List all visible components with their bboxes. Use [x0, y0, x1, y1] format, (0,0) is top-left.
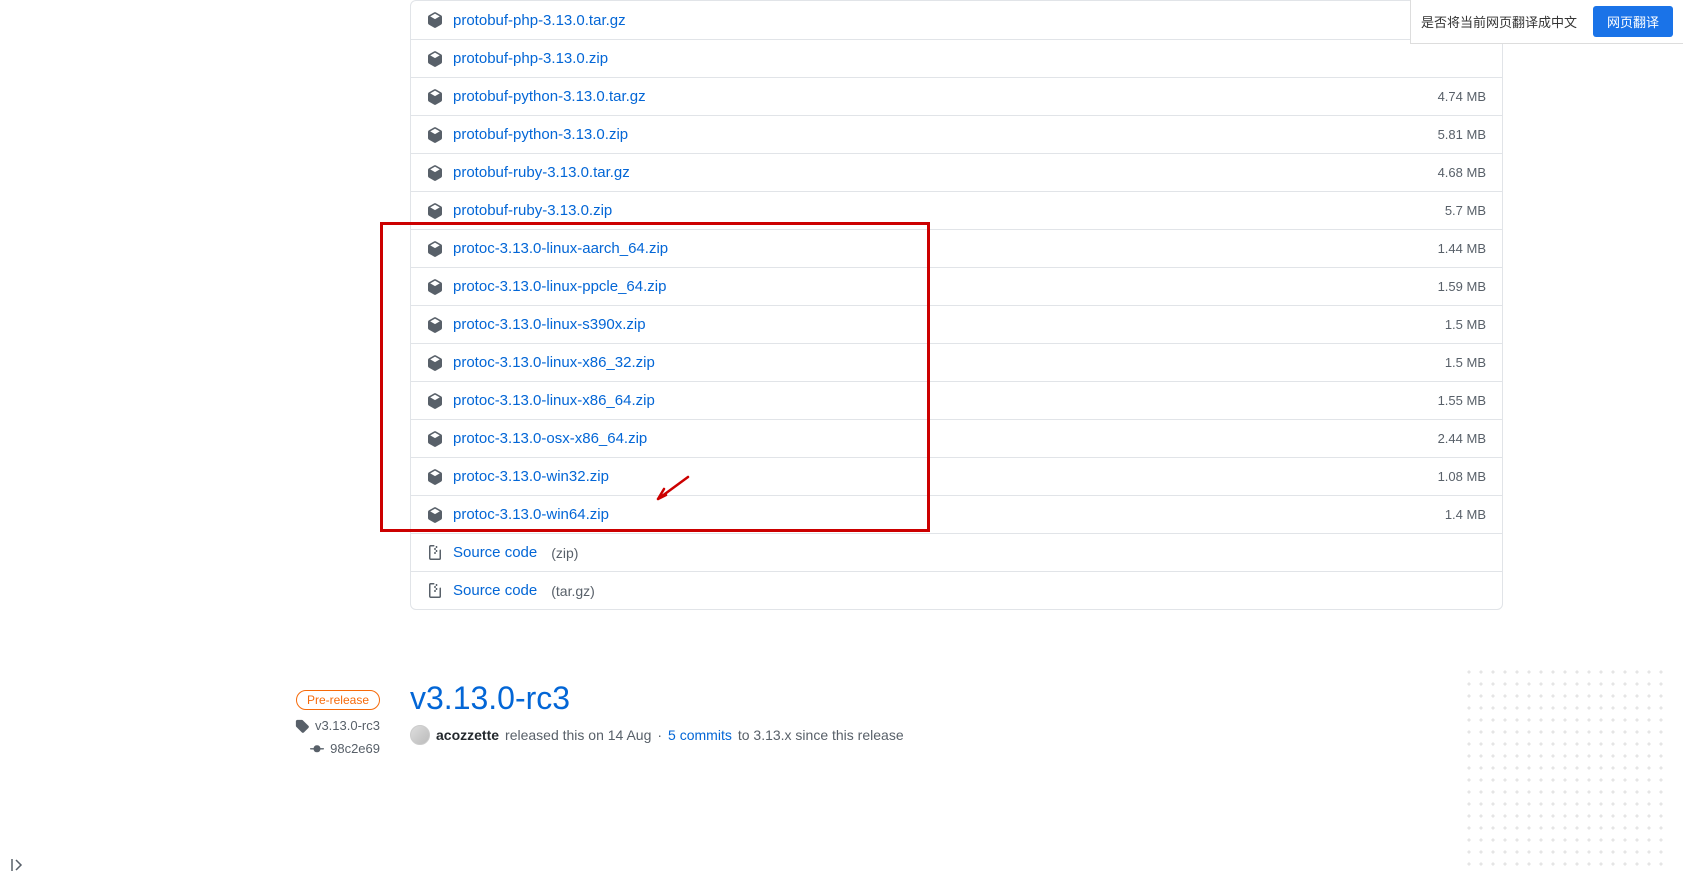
translate-button[interactable]: 网页翻译: [1593, 6, 1673, 37]
asset-size: 1.55 MB: [1438, 393, 1486, 408]
asset-extension: (zip): [551, 545, 578, 561]
asset-row: protoc-3.13.0-osx-x86_64.zip 2.44 MB: [411, 419, 1502, 457]
asset-download-link[interactable]: protobuf-php-3.13.0.tar.gz: [453, 12, 626, 29]
commit-icon: [310, 742, 324, 756]
asset-download-link[interactable]: protoc-3.13.0-osx-x86_64.zip: [453, 430, 647, 447]
asset-size: 1.4 MB: [1445, 507, 1486, 522]
asset-download-link[interactable]: Source code: [453, 544, 537, 561]
release-title-link[interactable]: v3.13.0-rc3: [410, 680, 1503, 717]
package-icon: [427, 469, 443, 485]
package-icon: [427, 431, 443, 447]
qr-code-overlay: [1463, 666, 1663, 866]
asset-row: Source code (tar.gz): [411, 571, 1502, 609]
author-link[interactable]: acozzette: [436, 727, 499, 743]
asset-download-link[interactable]: protoc-3.13.0-linux-ppcle_64.zip: [453, 278, 666, 295]
asset-list: protobuf-php-3.13.0.tar.gz protobuf-php-3…: [410, 0, 1503, 610]
separator: ·: [657, 727, 662, 743]
asset-row: protobuf-ruby-3.13.0.zip 5.7 MB: [411, 191, 1502, 229]
asset-row: protoc-3.13.0-win64.zip 1.4 MB: [411, 495, 1502, 533]
asset-row: protobuf-php-3.13.0.zip: [411, 39, 1502, 77]
translate-prompt: 是否将当前网页翻译成中文: [1421, 12, 1577, 31]
package-icon: [427, 89, 443, 105]
package-icon: [427, 279, 443, 295]
package-icon: [427, 12, 443, 28]
asset-row: protoc-3.13.0-linux-x86_64.zip 1.55 MB: [411, 381, 1502, 419]
asset-size: 5.81 MB: [1438, 127, 1486, 142]
asset-download-link[interactable]: protobuf-python-3.13.0.tar.gz: [453, 88, 646, 105]
asset-download-link[interactable]: protoc-3.13.0-linux-s390x.zip: [453, 316, 646, 333]
asset-size: 5.7 MB: [1445, 203, 1486, 218]
package-icon: [427, 355, 443, 371]
package-icon: [427, 127, 443, 143]
release-header: v3.13.0-rc3 acozzette released this on 1…: [410, 680, 1503, 745]
asset-row: protobuf-ruby-3.13.0.tar.gz 4.68 MB: [411, 153, 1502, 191]
asset-size: 1.44 MB: [1438, 241, 1486, 256]
asset-download-link[interactable]: protoc-3.13.0-linux-x86_32.zip: [453, 354, 655, 371]
expand-icon[interactable]: [10, 857, 26, 876]
zip-icon: [427, 545, 443, 561]
asset-row: protoc-3.13.0-linux-aarch_64.zip 1.44 MB: [411, 229, 1502, 267]
asset-download-link[interactable]: Source code: [453, 582, 537, 599]
asset-download-link[interactable]: protoc-3.13.0-win64.zip: [453, 506, 609, 523]
package-icon: [427, 241, 443, 257]
asset-row: protoc-3.13.0-linux-ppcle_64.zip 1.59 MB: [411, 267, 1502, 305]
asset-download-link[interactable]: protobuf-ruby-3.13.0.tar.gz: [453, 164, 630, 181]
asset-size: 1.08 MB: [1438, 469, 1486, 484]
released-date-text: released this on 14 Aug: [505, 727, 651, 743]
asset-row: protobuf-python-3.13.0.tar.gz 4.74 MB: [411, 77, 1502, 115]
package-icon: [427, 203, 443, 219]
asset-row: protoc-3.13.0-linux-x86_32.zip 1.5 MB: [411, 343, 1502, 381]
release-meta: acozzette released this on 14 Aug · 5 co…: [410, 725, 1503, 745]
tag-icon: [295, 719, 309, 733]
asset-size: 2.44 MB: [1438, 431, 1486, 446]
commit-link[interactable]: 98c2e69: [310, 741, 380, 756]
asset-row: protobuf-python-3.13.0.zip 5.81 MB: [411, 115, 1502, 153]
asset-row: protoc-3.13.0-win32.zip 1.08 MB: [411, 457, 1502, 495]
asset-row: Source code (zip): [411, 533, 1502, 571]
asset-extension: (tar.gz): [551, 583, 595, 599]
tag-link[interactable]: v3.13.0-rc3: [295, 718, 380, 733]
asset-download-link[interactable]: protoc-3.13.0-linux-x86_64.zip: [453, 392, 655, 409]
asset-download-link[interactable]: protoc-3.13.0-linux-aarch_64.zip: [453, 240, 668, 257]
asset-size: 1.5 MB: [1445, 317, 1486, 332]
package-icon: [427, 507, 443, 523]
commits-link[interactable]: 5 commits: [668, 727, 732, 743]
avatar[interactable]: [410, 725, 430, 745]
package-icon: [427, 165, 443, 181]
asset-download-link[interactable]: protobuf-python-3.13.0.zip: [453, 126, 628, 143]
commit-sha: 98c2e69: [330, 741, 380, 756]
translate-bar: 是否将当前网页翻译成中文 网页翻译: [1410, 0, 1683, 44]
prerelease-badge: Pre-release: [296, 690, 380, 710]
asset-size: 4.68 MB: [1438, 165, 1486, 180]
package-icon: [427, 317, 443, 333]
package-icon: [427, 51, 443, 67]
asset-row: protoc-3.13.0-linux-s390x.zip 1.5 MB: [411, 305, 1502, 343]
asset-download-link[interactable]: protobuf-ruby-3.13.0.zip: [453, 202, 612, 219]
asset-size: 1.5 MB: [1445, 355, 1486, 370]
asset-row: protobuf-php-3.13.0.tar.gz: [411, 1, 1502, 39]
since-text: to 3.13.x since this release: [738, 727, 904, 743]
zip-icon: [427, 583, 443, 599]
release-sidebar: Pre-release v3.13.0-rc3 98c2e69: [0, 0, 410, 886]
asset-download-link[interactable]: protobuf-php-3.13.0.zip: [453, 50, 608, 67]
tag-name: v3.13.0-rc3: [315, 718, 380, 733]
asset-size: 1.59 MB: [1438, 279, 1486, 294]
package-icon: [427, 393, 443, 409]
asset-download-link[interactable]: protoc-3.13.0-win32.zip: [453, 468, 609, 485]
asset-size: 4.74 MB: [1438, 89, 1486, 104]
